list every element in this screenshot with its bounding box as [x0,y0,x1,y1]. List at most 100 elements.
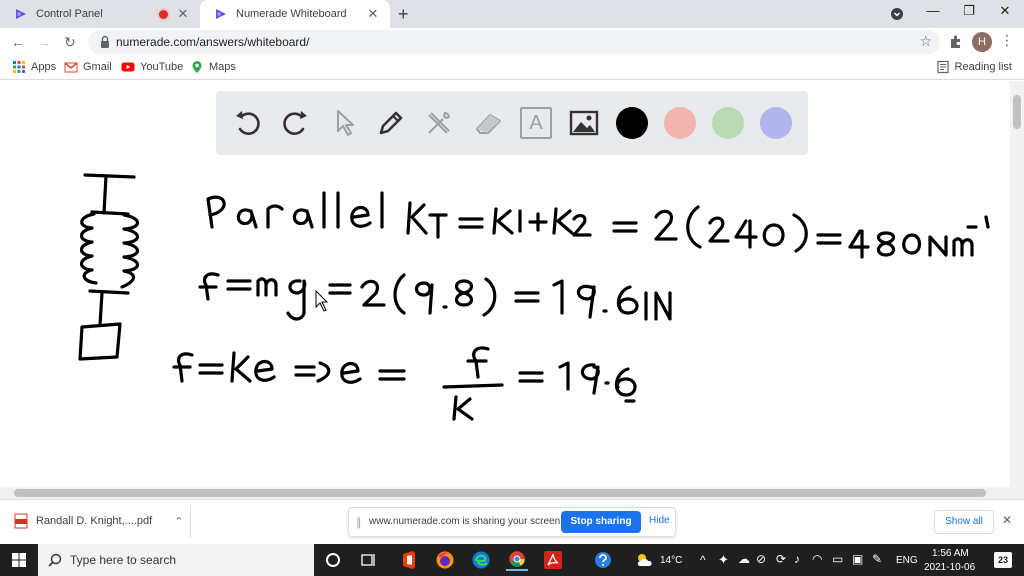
horizontal-scrollbar[interactable] [0,487,1024,499]
whiteboard-toolbar: A [216,91,808,155]
numerade-favicon-icon [16,9,26,19]
reading-list-button[interactable]: Reading list [936,60,1012,74]
vertical-scroll-thumb[interactable] [1013,95,1021,129]
downloads-bar: Randall D. Knight,....pdf ⌃ ∥ www.numera… [0,499,1024,544]
text-tool-icon[interactable]: A [520,107,552,139]
tray-overflow-icon[interactable]: ^ [700,553,706,567]
handwriting-line-1 [206,191,990,259]
mouse-cursor-icon [315,289,329,312]
whiteboard-page: A [0,81,1024,487]
image-icon[interactable] [568,107,600,139]
browser-menu-icon[interactable]: ⋮ [1000,32,1014,49]
bookmark-apps[interactable]: Apps [12,60,56,74]
gmail-icon [64,62,78,73]
volume-icon[interactable]: ♪ [794,552,800,566]
divider [190,506,191,538]
reading-list-label: Reading list [954,61,1012,73]
sync-icon[interactable]: ⟳ [776,552,786,566]
forward-icon[interactable]: → [34,32,54,52]
monitor-icon[interactable]: ▣ [852,552,863,566]
input-language[interactable]: ENG [896,555,918,566]
undo-icon[interactable] [232,107,264,139]
task-view-icon[interactable] [358,549,380,571]
redo-icon[interactable] [279,107,311,139]
clock-time[interactable]: 1:56 AM [932,548,969,559]
notes-icon[interactable]: ▭ [832,552,843,566]
drag-handle-icon[interactable]: ∥ [356,516,362,529]
bookmark-star-icon[interactable]: ☆ [919,33,932,50]
chrome-icon[interactable] [506,549,528,571]
new-tab-button[interactable]: + [398,4,409,25]
bookmark-label: Apps [31,61,57,73]
show-all-button[interactable]: Show all [934,510,994,534]
minimize-button[interactable]: — [918,3,948,18]
bookmarks-bar: Apps Gmail YouTube Maps Reading list [0,56,1024,80]
office-icon[interactable] [398,549,420,571]
bookmark-label: YouTube [140,61,184,73]
stop-sharing-button[interactable]: Stop sharing [561,511,641,533]
tab-title: Numerade Whiteboard [236,8,347,20]
eraser-icon[interactable] [472,107,504,139]
close-tab-icon[interactable]: ✕ [366,6,380,22]
back-icon[interactable]: ← [8,32,28,52]
bookmark-label: Maps [209,61,236,73]
close-tab-icon[interactable]: ✕ [176,6,190,22]
bookmark-gmail[interactable]: Gmail [64,60,112,74]
windows-taskbar: Type here to search 14°C ^ ✦ ☁ ⊘ ⟳ ♪ ◠ ▭… [0,544,1024,576]
vertical-scrollbar[interactable] [1010,81,1024,487]
acrobat-icon[interactable] [542,549,564,571]
spring-diagram [78,173,140,361]
chevron-up-icon[interactable]: ⌃ [174,515,183,528]
help-icon[interactable] [592,549,614,571]
apps-grid-icon [13,61,25,73]
color-pink-swatch[interactable] [664,107,696,139]
bookmark-youtube[interactable]: YouTube [121,60,183,74]
tab-search-icon[interactable] [890,7,904,21]
youtube-icon [121,62,135,72]
horizontal-scroll-thumb[interactable] [14,489,986,497]
download-item[interactable]: Randall D. Knight,....pdf ⌃ [14,513,183,529]
url-text: numerade.com/answers/whiteboard/ [116,35,310,49]
reload-icon[interactable]: ↻ [60,32,80,52]
windows-start-icon[interactable] [12,553,26,567]
browser-toolbar: ← → ↻ numerade.com/answers/whiteboard/ ☆… [0,28,1024,56]
cortana-icon[interactable] [322,549,344,571]
tab-numerade-whiteboard[interactable]: Numerade Whiteboard ✕ [200,0,390,28]
taskbar-search-box[interactable]: Type here to search [38,544,314,576]
close-window-button[interactable]: ✕ [990,3,1020,19]
color-black-swatch[interactable] [616,107,648,139]
hide-button[interactable]: Hide [649,515,670,526]
extensions-puzzle-icon[interactable] [948,34,964,50]
pdf-file-icon [14,513,28,529]
color-green-swatch[interactable] [712,107,744,139]
tools-icon[interactable] [423,107,455,139]
edge-icon[interactable] [470,549,492,571]
reading-list-icon [936,60,949,74]
bookmark-maps[interactable]: Maps [190,60,236,74]
profile-avatar[interactable]: H [972,32,992,52]
maps-pin-icon [192,61,202,73]
tab-control-panel[interactable]: Control Panel ✕ [0,0,200,28]
cloud-icon[interactable]: ☁ [738,552,750,566]
close-downloads-icon[interactable]: ✕ [1002,513,1012,527]
address-bar[interactable]: numerade.com/answers/whiteboard/ ☆ [88,30,940,54]
firefox-icon[interactable] [434,549,456,571]
color-purple-swatch[interactable] [760,107,792,139]
blocked-icon[interactable]: ⊘ [756,552,766,566]
clock-date[interactable]: 2021-10-06 [924,562,975,573]
share-message: www.numerade.com is sharing your screen. [369,516,563,527]
pen-icon[interactable] [375,107,407,139]
bookmark-label: Gmail [83,61,112,73]
network-icon[interactable]: ◠ [812,552,822,566]
select-pointer-icon[interactable] [328,107,360,139]
tab-title: Control Panel [36,8,103,20]
notifications-badge[interactable]: 23 [994,552,1012,568]
handwriting-line-3 [172,346,637,421]
restore-button[interactable]: ❐ [954,3,984,19]
weather-cloud-icon [637,554,652,566]
pen-tray-icon[interactable]: ✎ [872,552,882,566]
weather-temperature[interactable]: 14°C [660,555,682,566]
search-placeholder: Type here to search [70,553,177,567]
dropbox-icon[interactable]: ✦ [718,552,729,568]
screen: Control Panel ✕ Numerade Whiteboard ✕ + … [0,0,1024,576]
